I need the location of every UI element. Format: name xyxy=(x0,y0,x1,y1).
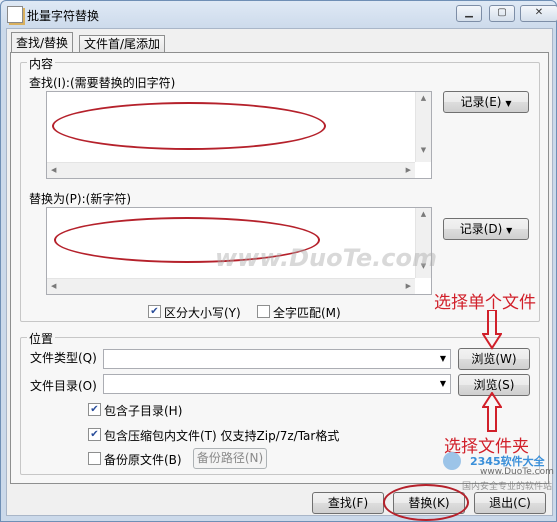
horizontal-scrollbar[interactable]: ◀ ▶ xyxy=(47,162,415,178)
find-history-button[interactable]: 记录(E) ▼ xyxy=(443,91,529,113)
file-dir-label: 文件目录(O) xyxy=(30,379,97,393)
backup-original-label: 备份原文件(B) xyxy=(104,453,182,467)
include-subdirs-checkbox[interactable]: ✔ xyxy=(88,403,101,416)
replace-label: 替换为(P):(新字符) xyxy=(29,192,132,206)
window-title: 批量字符替换 xyxy=(27,9,100,23)
include-archives-label: 包含压缩包内文件(T) 仅支持Zip/7z/Tar格式 xyxy=(104,429,340,443)
chevron-down-icon: ▼ xyxy=(505,99,512,108)
title-bar[interactable]: 批量字符替换 ▁ ▢ ✕ xyxy=(1,1,557,27)
tab-file-head-tail[interactable]: 文件首/尾添加 xyxy=(79,35,166,53)
minimize-button[interactable]: ▁ xyxy=(456,5,482,22)
chevron-down-icon: ▼ xyxy=(506,226,513,235)
include-archives-checkbox[interactable]: ✔ xyxy=(88,428,101,441)
brand-logo-icon xyxy=(443,452,461,470)
find-button[interactable]: 查找(F) xyxy=(312,492,384,514)
tab-label: 文件首/尾添加 xyxy=(84,37,161,51)
location-group-legend: 位置 xyxy=(27,330,56,347)
annotation-arrow-down-icon xyxy=(482,310,502,350)
highlight-oval xyxy=(52,102,326,150)
maximize-icon: ▢ xyxy=(497,7,507,18)
dropdown-arrow-icon: ▼ xyxy=(439,354,446,363)
scroll-right-icon: ▶ xyxy=(405,166,411,174)
case-sensitive-checkbox[interactable]: ✔ xyxy=(148,305,161,318)
close-icon: ✕ xyxy=(534,7,544,18)
button-label: 浏览(W) xyxy=(471,352,517,366)
scroll-left-icon: ◀ xyxy=(51,282,57,290)
exit-button[interactable]: 退出(C) xyxy=(474,492,546,514)
whole-match-label: 全字匹配(M) xyxy=(273,306,341,320)
scroll-down-icon: ▼ xyxy=(420,146,427,154)
button-label: 记录(D) xyxy=(459,222,503,236)
button-label: 浏览(S) xyxy=(473,378,515,392)
highlight-oval xyxy=(383,484,469,521)
file-type-label: 文件类型(Q) xyxy=(30,351,97,365)
scroll-up-icon: ▲ xyxy=(420,210,427,218)
file-type-combobox[interactable]: ▼ xyxy=(103,349,451,369)
dropdown-arrow-icon: ▼ xyxy=(439,379,446,388)
maximize-button[interactable]: ▢ xyxy=(489,5,515,22)
case-sensitive-label: 区分大小写(Y) xyxy=(164,306,241,320)
include-subdirs-label: 包含子目录(H) xyxy=(104,404,183,418)
whole-match-checkbox[interactable] xyxy=(257,305,270,318)
scroll-right-icon: ▶ xyxy=(405,282,411,290)
button-label: 查找(F) xyxy=(327,496,369,510)
content-group-legend: 内容 xyxy=(27,55,56,72)
button-label: 备份路径(N) xyxy=(196,451,264,465)
file-type-browse-button[interactable]: 浏览(W) xyxy=(458,348,530,370)
watermark-text: www.DuoTe.com xyxy=(215,244,437,272)
button-label: 退出(C) xyxy=(489,496,531,510)
horizontal-scrollbar[interactable]: ◀ ▶ xyxy=(47,278,415,294)
minimize-icon: ▁ xyxy=(465,7,473,18)
backup-original-checkbox[interactable] xyxy=(88,452,101,465)
find-label: 查找(I):(需要替换的旧字符) xyxy=(29,76,176,90)
replace-history-button[interactable]: 记录(D) ▼ xyxy=(443,218,529,240)
scroll-left-icon: ◀ xyxy=(51,166,57,174)
file-dir-combobox[interactable]: ▼ xyxy=(103,374,451,394)
tab-label: 查找/替换 xyxy=(16,36,69,50)
close-button[interactable]: ✕ xyxy=(520,5,557,22)
annotation-arrow-up-icon xyxy=(482,392,502,432)
watermark-slogan: 国内安全专业的软件站 xyxy=(462,482,553,492)
watermark-url: www.DuoTe.com xyxy=(480,467,554,477)
backup-path-button[interactable]: 备份路径(N) xyxy=(193,448,267,469)
scroll-up-icon: ▲ xyxy=(420,94,427,102)
app-icon xyxy=(7,6,23,23)
vertical-scrollbar[interactable]: ▲ ▼ xyxy=(415,92,431,162)
tab-find-replace[interactable]: 查找/替换 xyxy=(11,32,74,53)
button-label: 记录(E) xyxy=(460,95,502,109)
